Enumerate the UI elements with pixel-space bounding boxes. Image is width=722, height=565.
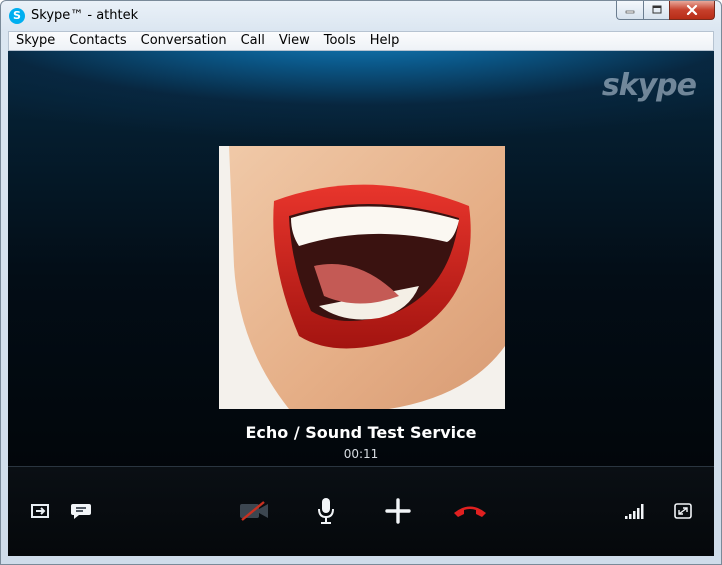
caption-buttons bbox=[616, 1, 715, 21]
menu-bar: Skype Contacts Conversation Call View To… bbox=[8, 31, 714, 51]
call-screen: skype Echo / Sound Test Service 00:11 bbox=[8, 51, 714, 556]
call-controls-bar bbox=[8, 466, 714, 556]
microphone-button[interactable] bbox=[312, 495, 340, 527]
signal-strength-indicator[interactable] bbox=[620, 499, 650, 523]
call-duration: 00:11 bbox=[343, 447, 379, 461]
hang-up-button[interactable] bbox=[450, 497, 490, 525]
window-title: Skype™ - athtek bbox=[31, 8, 139, 23]
minimize-icon bbox=[625, 10, 635, 14]
fullscreen-button[interactable] bbox=[670, 499, 696, 523]
menu-help[interactable]: Help bbox=[363, 32, 407, 50]
skype-logo: skype bbox=[601, 68, 697, 103]
send-file-button[interactable] bbox=[28, 499, 54, 523]
maximize-icon bbox=[652, 5, 661, 14]
skype-app-icon[interactable]: S bbox=[9, 8, 25, 24]
plus-icon bbox=[385, 498, 411, 524]
fullscreen-icon bbox=[674, 503, 692, 519]
close-icon bbox=[686, 5, 698, 15]
menu-conversation[interactable]: Conversation bbox=[134, 32, 234, 50]
chat-icon bbox=[71, 504, 91, 519]
video-toggle-button[interactable] bbox=[236, 497, 272, 525]
send-file-icon bbox=[31, 504, 49, 518]
menu-contacts[interactable]: Contacts bbox=[62, 32, 133, 50]
chat-button[interactable] bbox=[68, 499, 94, 523]
microphone-icon bbox=[318, 498, 334, 524]
minimize-button[interactable] bbox=[616, 1, 643, 20]
title-bar[interactable]: S Skype™ - athtek bbox=[1, 1, 721, 31]
hang-up-icon bbox=[454, 506, 486, 517]
video-off-icon bbox=[240, 501, 268, 521]
close-button[interactable] bbox=[669, 1, 715, 20]
caller-name: Echo / Sound Test Service bbox=[245, 423, 477, 442]
menu-tools[interactable]: Tools bbox=[317, 32, 363, 50]
signal-strength-icon bbox=[625, 504, 644, 519]
add-button[interactable] bbox=[382, 496, 414, 526]
menu-call[interactable]: Call bbox=[234, 32, 272, 50]
smiling-mouth-image bbox=[219, 146, 505, 409]
menu-skype[interactable]: Skype bbox=[9, 32, 62, 50]
skype-window: S Skype™ - athtek Skype Contacts Convers… bbox=[0, 0, 722, 565]
maximize-button[interactable] bbox=[643, 1, 669, 20]
caller-avatar bbox=[219, 146, 505, 409]
menu-view[interactable]: View bbox=[272, 32, 317, 50]
